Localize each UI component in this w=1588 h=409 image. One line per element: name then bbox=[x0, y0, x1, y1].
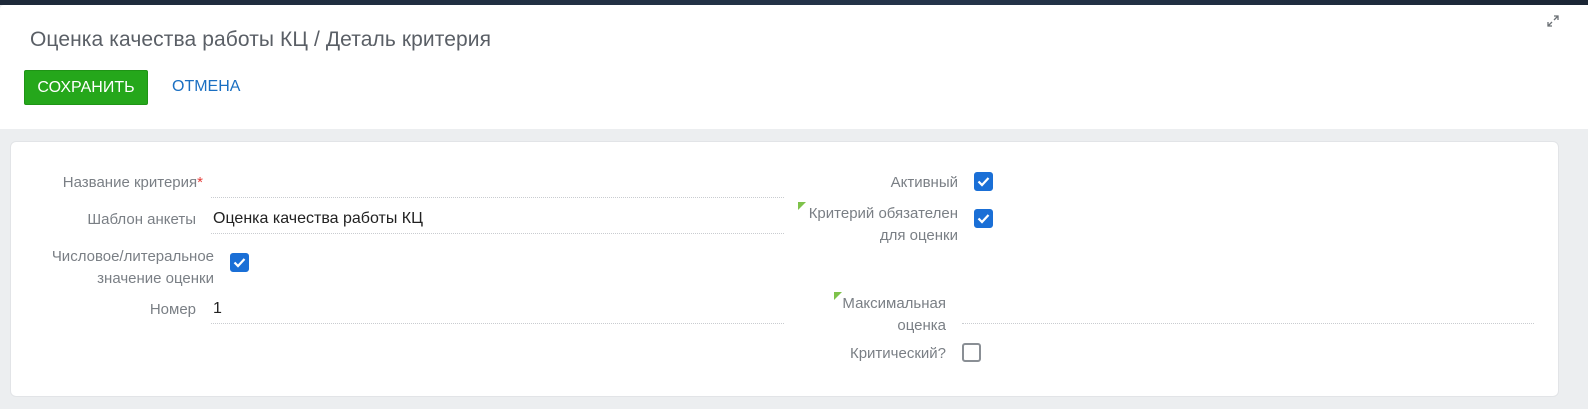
template-label: Шаблон анкеты bbox=[87, 211, 196, 228]
critical-checkbox[interactable] bbox=[962, 343, 981, 362]
save-button[interactable]: СОХРАНИТЬ bbox=[24, 70, 148, 105]
numeric-literal-label-line1: Числовое/литеральное bbox=[51, 248, 214, 265]
criterion-name-label: Название критерия* bbox=[51, 172, 203, 194]
numeric-literal-label: Числовое/литеральное значение оценки bbox=[31, 246, 214, 290]
numeric-literal-label-line2: значение оценки bbox=[97, 270, 214, 287]
page-header: Оценка качества работы КЦ / Деталь крите… bbox=[0, 5, 1588, 129]
max-score-label-line2: оценка bbox=[897, 317, 946, 334]
mandatory-label: Критерий обязателен для оценки bbox=[781, 203, 958, 247]
max-score-label-line1: Максимальная bbox=[842, 295, 946, 312]
template-field[interactable]: Оценка качества работы КЦ bbox=[211, 208, 784, 234]
mandatory-label-line2: для оценки bbox=[879, 227, 958, 244]
expand-icon[interactable] bbox=[1547, 14, 1559, 27]
criterion-form-card: Название критерия* Шаблон анкеты Оценка … bbox=[10, 141, 1559, 397]
criterion-name-input[interactable] bbox=[211, 172, 784, 198]
check-icon bbox=[977, 177, 990, 187]
numeric-literal-checkbox[interactable] bbox=[230, 253, 249, 272]
number-label: Номер bbox=[149, 301, 196, 318]
page-title: Оценка качества работы КЦ / Деталь крите… bbox=[30, 28, 492, 51]
check-icon bbox=[233, 258, 246, 268]
active-checkbox[interactable] bbox=[974, 172, 993, 191]
check-icon bbox=[977, 214, 990, 224]
active-label: Активный bbox=[890, 174, 958, 191]
max-score-input[interactable] bbox=[962, 298, 1534, 324]
max-score-label: Максимальная оценка bbox=[791, 293, 946, 337]
mandatory-label-line1: Критерий обязателен bbox=[808, 205, 958, 222]
criterion-name-label-text: Название критерия bbox=[62, 174, 198, 191]
critical-label: Критический? bbox=[849, 345, 946, 362]
cancel-button[interactable]: ОТМЕНА bbox=[172, 78, 240, 96]
mandatory-checkbox[interactable] bbox=[974, 209, 993, 228]
number-field[interactable]: 1 bbox=[211, 298, 784, 324]
required-mark: * bbox=[197, 174, 203, 191]
